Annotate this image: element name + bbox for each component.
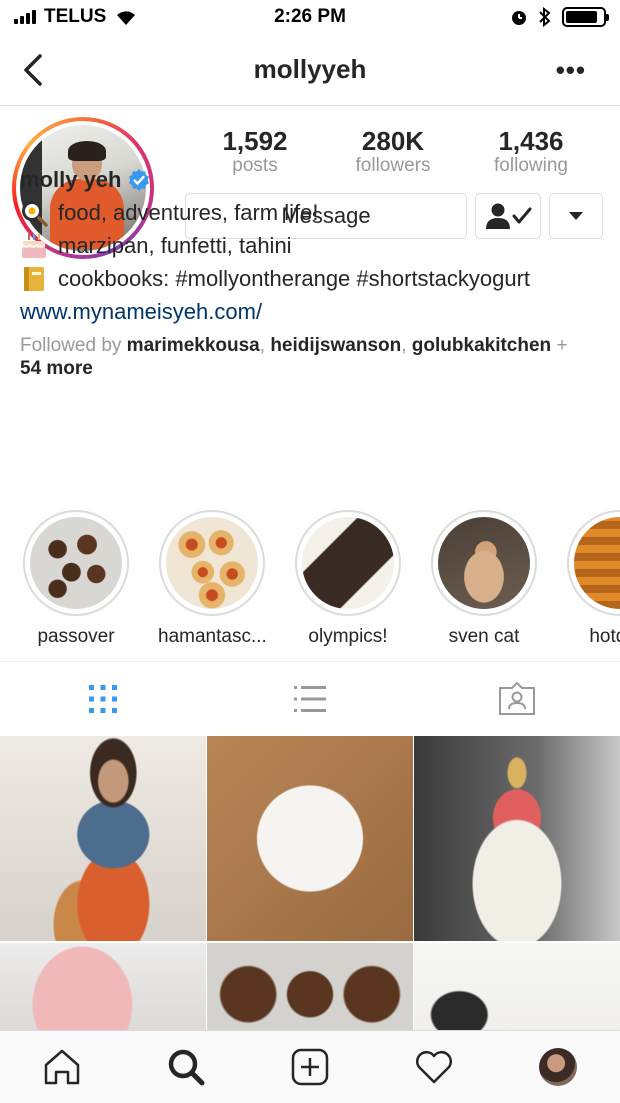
highlight-label: passover — [37, 626, 115, 647]
followed-by-user[interactable]: heidijswanson — [270, 335, 401, 356]
highlight-hotdish[interactable]: hotdish — [566, 510, 620, 648]
highlight-label: hamantasc... — [158, 626, 267, 647]
signal-icon — [14, 10, 36, 24]
highlight-label: olympics! — [308, 626, 388, 647]
tab-grid[interactable] — [0, 662, 207, 735]
highlight-passover[interactable]: passover — [22, 510, 130, 648]
profile-view-tabs — [0, 661, 620, 735]
plus-square-icon — [291, 1048, 329, 1086]
status-right — [510, 7, 609, 27]
bio-text: cookbooks: #mollyontherange #shortstacky… — [58, 266, 531, 291]
bottom-tab-bar — [0, 1030, 620, 1103]
heart-icon — [416, 1051, 452, 1084]
post-thumbnail[interactable] — [414, 943, 620, 1030]
home-icon — [44, 1049, 80, 1085]
wifi-icon — [117, 11, 136, 25]
grid-icon — [89, 684, 118, 713]
list-icon — [294, 685, 326, 712]
carrier-label: TELUS — [44, 6, 107, 27]
highlight-thumbnail — [438, 517, 530, 609]
alarm-icon — [512, 11, 526, 25]
post-thumbnail[interactable] — [207, 736, 413, 941]
profile-bio: molly yeh food, adventures, farm life! m… — [20, 163, 610, 380]
followed-more-plus: + — [556, 335, 568, 356]
highlight-thumbnail — [302, 517, 394, 609]
highlight-thumbnail — [166, 517, 258, 609]
battery-fill — [566, 11, 597, 23]
bio-line: food, adventures, farm life! — [20, 196, 610, 229]
stat-value: 1,436 — [498, 126, 564, 156]
highlight-label: hotdish — [589, 626, 620, 647]
post-thumbnail[interactable] — [207, 943, 413, 1030]
post-thumbnail[interactable] — [0, 943, 206, 1030]
frying-pan-egg-icon — [22, 200, 48, 227]
status-left: TELUS — [14, 6, 138, 28]
profile-username-title: mollyyeh — [253, 54, 367, 84]
battery-icon — [562, 7, 609, 27]
search-icon — [168, 1049, 205, 1086]
bio-name-row: molly yeh — [20, 163, 610, 196]
more-options-icon[interactable]: ••• — [556, 57, 586, 83]
bottom-nav-home[interactable] — [32, 1037, 92, 1097]
highlight-olympics[interactable]: olympics! — [294, 510, 402, 648]
story-highlights: passover hamantasc... olympics! sven cat… — [0, 510, 620, 660]
birthday-cake-icon — [22, 233, 46, 258]
bio-text: food, adventures, farm life! — [58, 200, 319, 225]
followed-by-user[interactable]: golubkakitchen — [412, 335, 551, 356]
verified-badge-icon — [129, 168, 150, 191]
bio-website-link[interactable]: www.mynameisyeh.com/ — [20, 295, 610, 328]
bio-line: marzipan, funfetti, tahini — [20, 229, 610, 262]
highlight-label: sven cat — [448, 626, 520, 647]
stat-value: 280K — [361, 126, 425, 156]
profile-avatar-icon — [539, 1048, 577, 1086]
highlight-thumbnail — [30, 517, 122, 609]
nav-bar: mollyyeh ••• — [0, 34, 620, 106]
bio-line: cookbooks: #mollyontherange #shortstacky… — [20, 262, 610, 295]
bottom-nav-activity[interactable] — [404, 1037, 464, 1097]
bottom-nav-new-post[interactable] — [280, 1037, 340, 1097]
notebook-icon — [24, 266, 44, 291]
highlight-thumbnail — [574, 517, 620, 609]
post-grid — [0, 736, 620, 1030]
stat-value: 1,592 — [222, 126, 288, 156]
bottom-nav-profile[interactable] — [528, 1037, 588, 1097]
bluetooth-icon — [539, 7, 551, 27]
bio-text: marzipan, funfetti, tahini — [58, 233, 292, 258]
followed-more-count[interactable]: 54 more — [20, 358, 93, 379]
followed-by-user[interactable]: marimekkousa — [127, 335, 260, 356]
status-time: 2:26 PM — [274, 6, 346, 27]
highlight-sven-cat[interactable]: sven cat — [430, 510, 538, 648]
status-bar: TELUS 2:26 PM — [0, 0, 620, 34]
bottom-nav-search[interactable] — [156, 1037, 216, 1097]
followed-by-prefix: Followed by — [20, 335, 122, 356]
post-thumbnail[interactable] — [0, 736, 206, 941]
post-thumbnail[interactable] — [414, 736, 620, 941]
highlight-hamantaschen[interactable]: hamantasc... — [158, 510, 267, 648]
followed-by-text[interactable]: Followed by marimekkousa, heidijswanson,… — [20, 334, 610, 380]
tagged-person-icon — [498, 681, 535, 715]
tab-tagged[interactable] — [413, 662, 620, 735]
chevron-left-icon[interactable] — [18, 52, 48, 88]
tab-list[interactable] — [207, 662, 414, 735]
display-name: molly yeh — [20, 167, 122, 192]
